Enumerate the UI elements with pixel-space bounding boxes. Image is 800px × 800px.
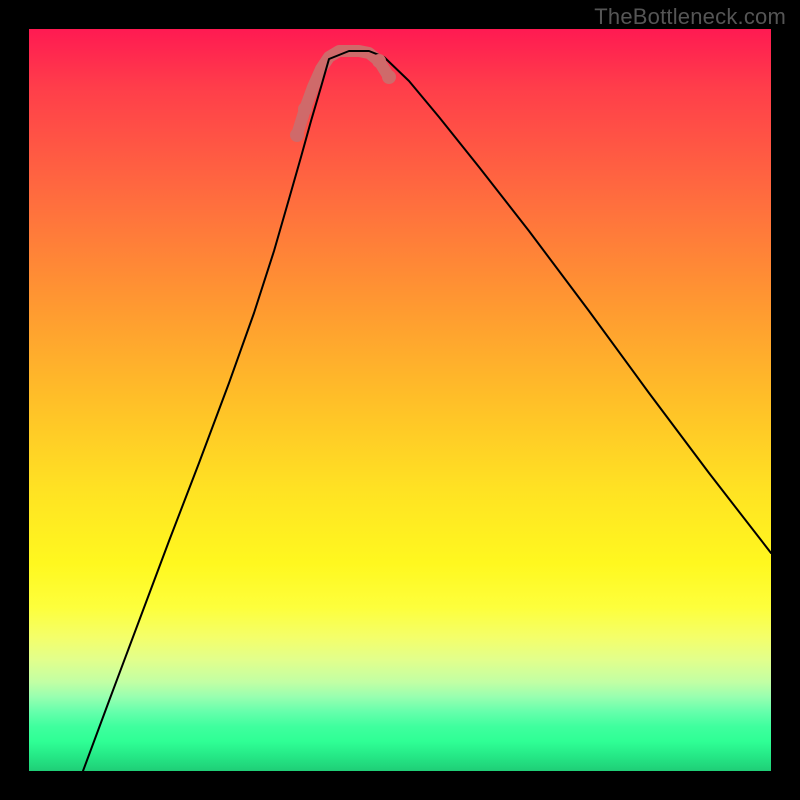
highlight-dot <box>298 102 312 116</box>
highlight-dot <box>382 70 396 84</box>
watermark-text: TheBottleneck.com <box>594 4 786 30</box>
bottleneck-curve-path <box>83 51 771 771</box>
highlight-dot <box>372 54 386 68</box>
curve-svg <box>29 29 771 771</box>
highlight-dot <box>290 128 304 142</box>
chart-frame: TheBottleneck.com <box>0 0 800 800</box>
plot-area <box>29 29 771 771</box>
